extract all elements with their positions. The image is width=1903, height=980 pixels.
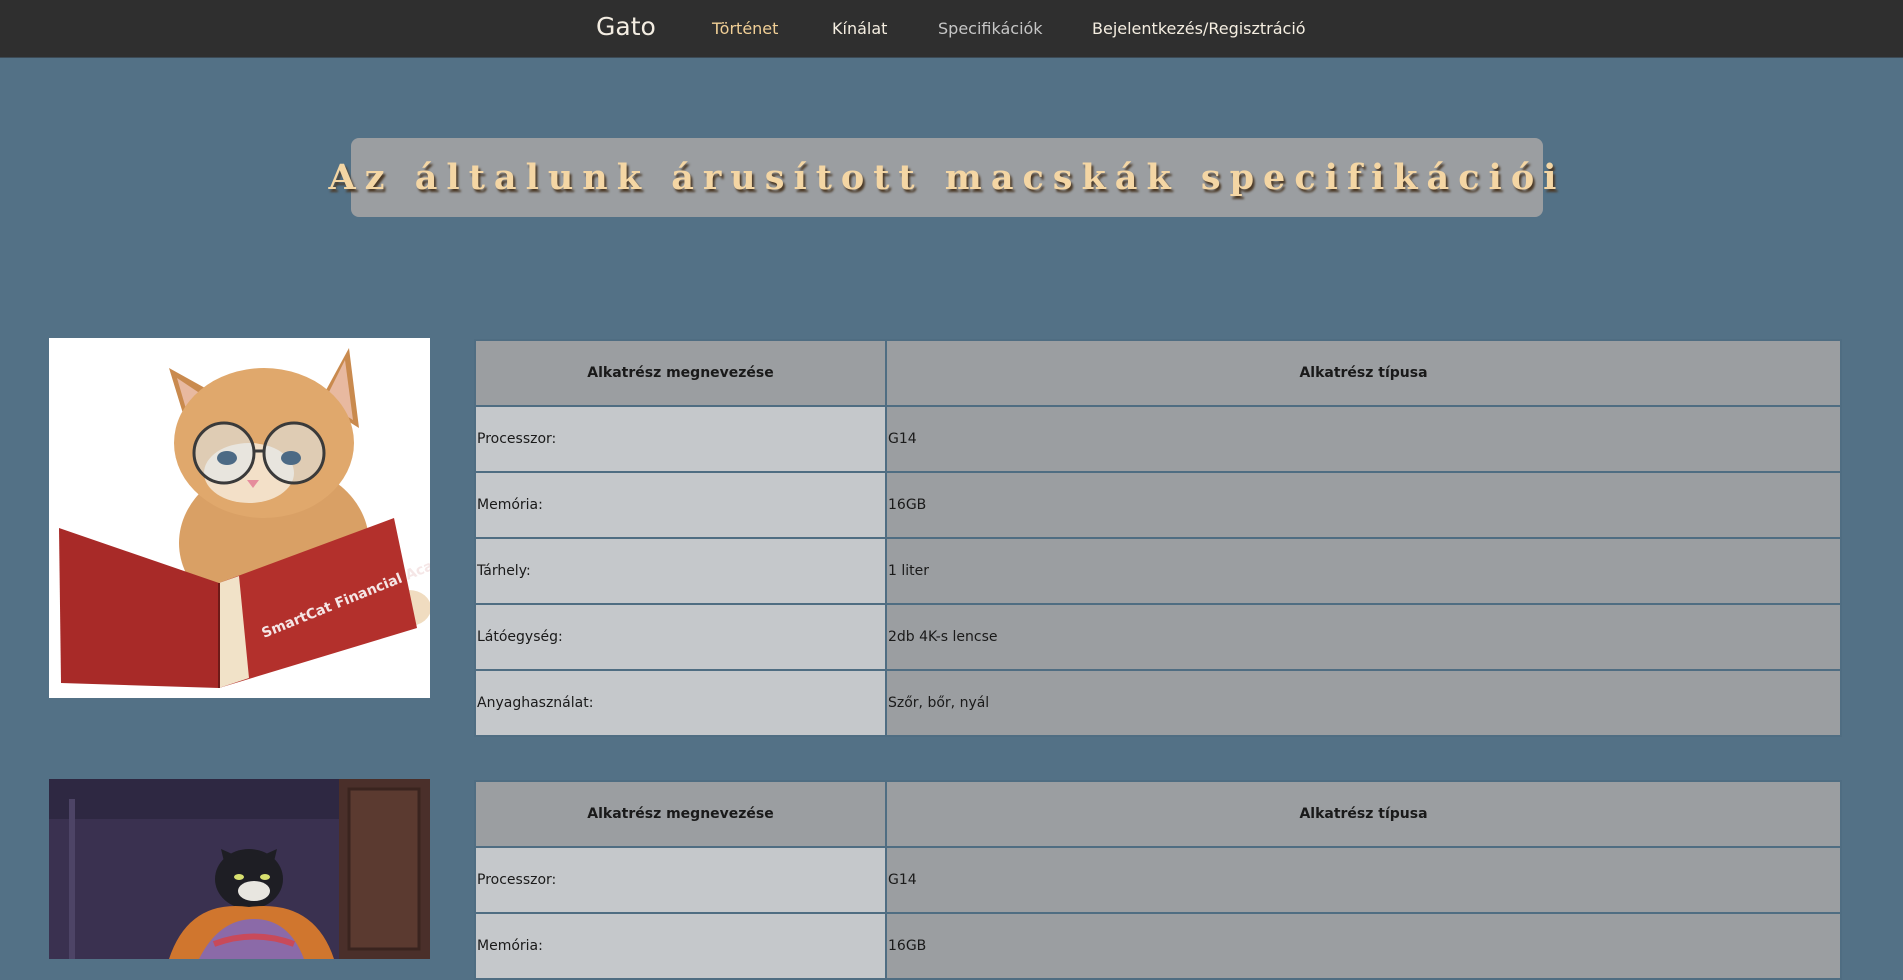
table-row: Memória: 16GB bbox=[474, 912, 1842, 980]
table-row: Processzor: G14 bbox=[474, 405, 1842, 473]
table-row: Processzor: G14 bbox=[474, 846, 1842, 914]
cat-image-cartoon-cat bbox=[49, 779, 430, 959]
row-value: G14 bbox=[885, 846, 1842, 914]
row-value: 1 liter bbox=[885, 537, 1842, 605]
row-value: G14 bbox=[885, 405, 1842, 473]
page-title-box: Az általunk árusított macskák specifikác… bbox=[329, 138, 1556, 217]
row-value: 16GB bbox=[885, 471, 1842, 539]
nav-link-kinalat[interactable]: Kínálat bbox=[832, 19, 887, 38]
table-row: Tárhely: 1 liter bbox=[474, 537, 1842, 605]
column-header-part-type: Alkatrész típusa bbox=[885, 780, 1842, 848]
row-value: 16GB bbox=[885, 912, 1842, 980]
table-row: Anyaghasználat: Szőr, bőr, nyál bbox=[474, 669, 1842, 737]
spec-table-cat-2: Alkatrész megnevezése Alkatrész típusa P… bbox=[474, 780, 1842, 980]
table-header-row: Alkatrész megnevezése Alkatrész típusa bbox=[474, 780, 1842, 848]
row-label: Tárhely: bbox=[474, 537, 887, 605]
row-value: Szőr, bőr, nyál bbox=[885, 669, 1842, 737]
table-row: Látóegység: 2db 4K-s lencse bbox=[474, 603, 1842, 671]
row-value: 2db 4K-s lencse bbox=[885, 603, 1842, 671]
row-label: Anyaghasználat: bbox=[474, 669, 887, 737]
row-label: Memória: bbox=[474, 912, 887, 980]
column-header-part-name: Alkatrész megnevezése bbox=[474, 780, 887, 848]
nav-link-tortenet[interactable]: Történet bbox=[712, 19, 778, 38]
row-label: Látóegység: bbox=[474, 603, 887, 671]
row-label: Memória: bbox=[474, 471, 887, 539]
table-header-row: Alkatrész megnevezése Alkatrész típusa bbox=[474, 339, 1842, 407]
top-navbar: Gato Történet Kínálat Specifikációk Beje… bbox=[0, 0, 1903, 58]
cat-image-reading-kitten: SmartCat Financial Academy™ bbox=[49, 338, 430, 698]
nav-link-specifikaciok[interactable]: Specifikációk bbox=[938, 19, 1043, 38]
nav-link-bejelentkezes[interactable]: Bejelentkezés/Regisztráció bbox=[1092, 19, 1306, 38]
page-title: Az általunk árusított macskák specifikác… bbox=[328, 157, 1566, 198]
column-header-part-type: Alkatrész típusa bbox=[885, 339, 1842, 407]
table-row: Memória: 16GB bbox=[474, 471, 1842, 539]
row-label: Processzor: bbox=[474, 405, 887, 473]
brand-logo-link[interactable]: Gato bbox=[596, 12, 656, 41]
column-header-part-name: Alkatrész megnevezése bbox=[474, 339, 887, 407]
spec-table-cat-1: Alkatrész megnevezése Alkatrész típusa P… bbox=[474, 339, 1842, 737]
row-label: Processzor: bbox=[474, 846, 887, 914]
